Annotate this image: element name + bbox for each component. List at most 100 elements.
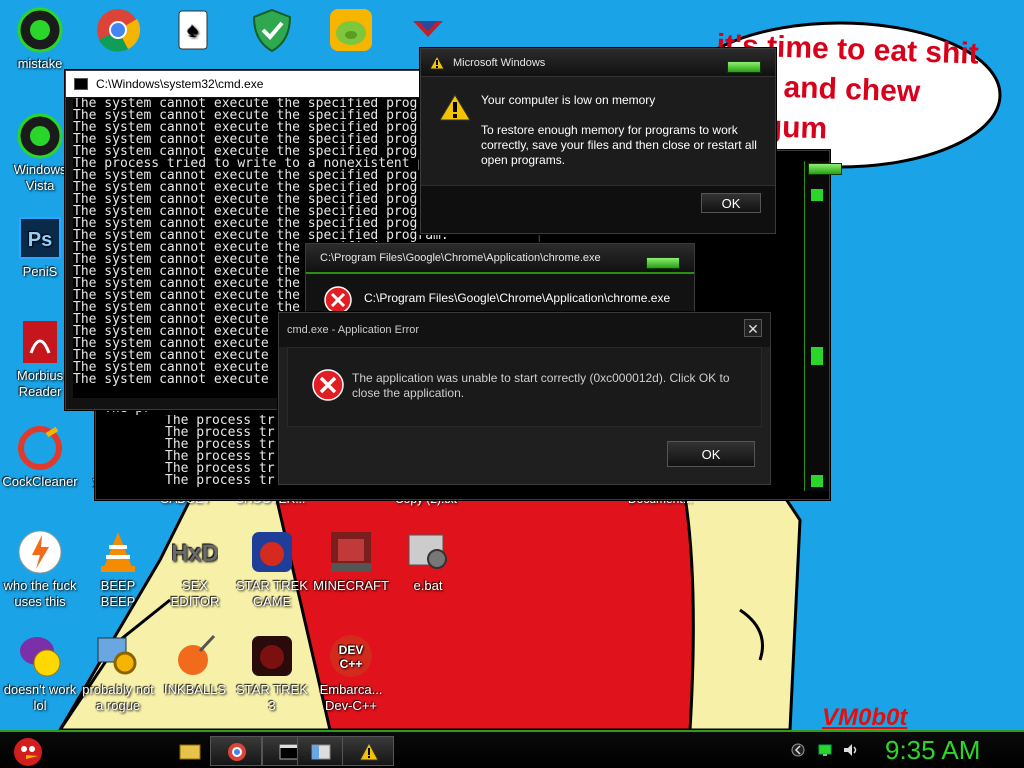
cleaner-icon bbox=[16, 424, 64, 472]
scroll-up-arrow-icon[interactable] bbox=[811, 189, 823, 201]
yahoo-messenger-icon bbox=[16, 632, 64, 680]
volume-icon[interactable] bbox=[842, 742, 858, 763]
desktop-icon-e-bat[interactable]: e.bat bbox=[388, 528, 468, 594]
window-control-button[interactable] bbox=[808, 163, 842, 175]
scroll-down-arrow-icon[interactable] bbox=[811, 475, 823, 487]
chrome-dialog-title-bar[interactable]: C:\Program Files\Google\Chrome\Applicati… bbox=[306, 244, 694, 274]
icon-label: Embarca... Dev-C++ bbox=[319, 682, 383, 713]
icon-label: SEX EDITOR bbox=[170, 578, 220, 609]
scroll-thumb[interactable] bbox=[811, 347, 823, 365]
desktop-icon-star-trek-3[interactable]: STAR TREK 3 bbox=[232, 632, 312, 714]
chrome-desktop-icon bbox=[94, 6, 142, 54]
desktop-icon-star-trek-game[interactable]: STAR TREK GAME bbox=[232, 528, 312, 610]
svg-text:HxD: HxD bbox=[172, 540, 218, 567]
bad-piggies-icon bbox=[327, 6, 375, 54]
memory-dialog-ok-button[interactable]: OK bbox=[701, 193, 761, 213]
memory-dialog-heading: Your computer is low on memory bbox=[481, 93, 656, 107]
cmd-icon bbox=[74, 78, 88, 90]
dev-cpp-icon: DEV C++ bbox=[327, 632, 375, 680]
application-error-dialog[interactable]: cmd.exe - Application Error ✕ The applic… bbox=[278, 312, 771, 485]
console-line: The process tr bbox=[165, 473, 275, 488]
app-error-message: The application was unable to start corr… bbox=[352, 371, 730, 400]
solitaire-icon: ♠ bbox=[168, 6, 216, 54]
taskbar-clock[interactable]: 9:35 AM bbox=[885, 735, 980, 766]
warning-large-icon bbox=[439, 93, 471, 126]
hxd-icon: HxD bbox=[171, 528, 219, 576]
svg-text:♠: ♠ bbox=[188, 20, 199, 42]
desktop-icon-minecraft[interactable]: MINECRAFT bbox=[311, 528, 391, 594]
cmd-title: C:\Windows\system32\cmd.exe bbox=[96, 77, 264, 91]
taskbar-file-explorer[interactable] bbox=[176, 736, 204, 766]
network-icon[interactable] bbox=[817, 742, 833, 763]
taskbar-warning[interactable] bbox=[342, 736, 394, 766]
inkball-icon bbox=[171, 632, 219, 680]
desktop-icon-yahoo[interactable]: doesn't work lol bbox=[0, 632, 80, 714]
desktop-icon-bad-piggies[interactable] bbox=[311, 6, 391, 56]
chrome-dialog-title: C:\Program Files\Google\Chrome\Applicati… bbox=[320, 252, 601, 264]
chrome-icon bbox=[228, 743, 246, 761]
close-icon[interactable]: ✕ bbox=[744, 319, 762, 337]
shield-icon bbox=[248, 6, 296, 54]
warning-icon bbox=[429, 55, 445, 70]
batch-file-icon bbox=[404, 528, 452, 576]
desktop-icon-avast[interactable]: who the fuck uses this bbox=[0, 528, 80, 610]
icon-label: e.bat bbox=[413, 578, 443, 593]
pdf-reader-icon bbox=[16, 318, 64, 366]
icon-label: MINECRAFT bbox=[313, 578, 389, 593]
mistake-icon bbox=[16, 6, 64, 54]
taskbar: 9:35 AM bbox=[0, 730, 1024, 768]
window-control-button[interactable] bbox=[727, 61, 761, 73]
desktop-icon-rogue[interactable]: probably not a rogue bbox=[78, 632, 158, 714]
desktop-icon-hxd[interactable]: HxD SEX EDITOR bbox=[155, 528, 235, 610]
setup-gears-icon bbox=[94, 632, 142, 680]
desktop-icon-vlc[interactable]: BEEP BEEP bbox=[78, 528, 158, 610]
signature-text: VM0b0t bbox=[822, 704, 908, 730]
warning-icon bbox=[359, 741, 379, 761]
photoshop-icon: Ps bbox=[16, 214, 64, 262]
angry-birds-star-wars-icon bbox=[248, 528, 296, 576]
avast-icon bbox=[16, 528, 64, 576]
memory-dialog-body: To restore enough memory for programs to… bbox=[481, 123, 757, 167]
windows-vista-icon bbox=[16, 112, 64, 160]
desktop-icon-security[interactable] bbox=[232, 6, 312, 56]
start-button[interactable] bbox=[8, 732, 48, 768]
icon-label: STAR TREK 3 bbox=[236, 682, 308, 713]
app-error-title-bar[interactable]: cmd.exe - Application Error bbox=[279, 313, 770, 347]
app-error-title: cmd.exe - Application Error bbox=[287, 324, 420, 336]
desktop-icon-cleaner[interactable]: CockCleaner bbox=[0, 424, 80, 490]
low-memory-dialog[interactable]: Microsoft Windows Your computer is low o… bbox=[420, 48, 776, 234]
vlc-icon bbox=[94, 528, 142, 576]
svg-text:DEV: DEV bbox=[339, 643, 364, 657]
app-error-ok-button[interactable]: OK bbox=[667, 441, 755, 467]
tray-expand-icon[interactable] bbox=[790, 742, 806, 763]
chrome-error-dialog[interactable]: C:\Program Files\Google\Chrome\Applicati… bbox=[305, 243, 695, 318]
desktop-icon-inkball[interactable]: INKBALLS bbox=[155, 632, 235, 698]
minecraft-icon bbox=[327, 528, 375, 576]
star-wars-icon bbox=[248, 632, 296, 680]
icon-label: doesn't work lol bbox=[3, 682, 77, 713]
desktop-icon-chrome[interactable] bbox=[78, 6, 158, 56]
desktop-icon-dev-cpp[interactable]: DEV C++ Embarca... Dev-C++ bbox=[311, 632, 391, 714]
icon-label: INKBALLS bbox=[163, 682, 227, 697]
desktop-icon-mistake[interactable]: mistake bbox=[0, 6, 80, 72]
icon-label: BEEP BEEP bbox=[100, 578, 136, 609]
window-control-button[interactable] bbox=[646, 257, 680, 269]
desktop-icon-solitaire[interactable]: ♠ bbox=[152, 6, 232, 56]
memory-dialog-title: Microsoft Windows bbox=[453, 56, 546, 69]
taskbar-chrome[interactable] bbox=[210, 736, 262, 766]
svg-text:Ps: Ps bbox=[28, 229, 52, 251]
windows-shield-icon bbox=[404, 6, 452, 54]
icon-label: who the fuck uses this bbox=[3, 578, 77, 609]
angry-bird-start-icon bbox=[14, 738, 42, 766]
error-icon bbox=[312, 369, 344, 406]
icon-label: probably not a rogue bbox=[82, 682, 154, 713]
desktop: it's time to eat shit die and chew le gu… bbox=[0, 0, 1024, 730]
memory-dialog-title-bar[interactable]: Microsoft Windows bbox=[421, 49, 775, 77]
icon-label: STAR TREK GAME bbox=[236, 578, 308, 609]
console-scrollbar[interactable] bbox=[804, 161, 829, 491]
icon-label: CockCleaner bbox=[2, 474, 78, 489]
svg-text:C++: C++ bbox=[340, 657, 363, 671]
chrome-dialog-message: C:\Program Files\Google\Chrome\Applicati… bbox=[364, 291, 671, 305]
back-console-output: The process tr The process tr The process … bbox=[165, 415, 280, 490]
folder-icon bbox=[179, 744, 201, 760]
